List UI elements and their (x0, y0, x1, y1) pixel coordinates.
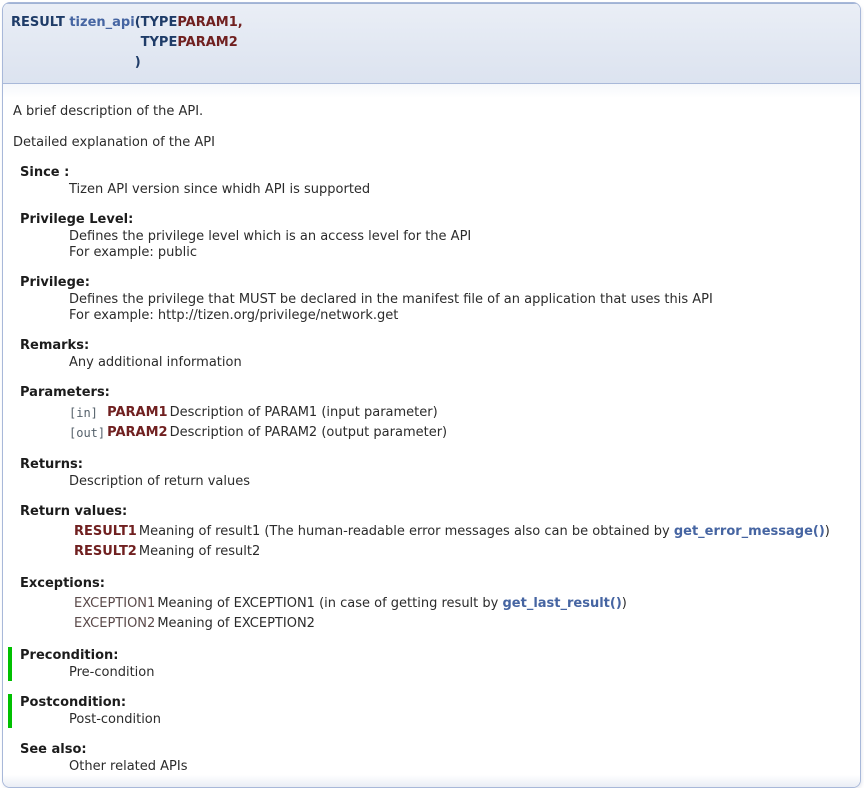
section-text: Defines the privilege that MUST be decla… (69, 292, 852, 308)
section-text: Defines the privilege level which is an … (69, 229, 852, 245)
parameters-table: [in] PARAM1 Description of PARAM1 (input… (69, 403, 449, 443)
section-title: Privilege Level: (20, 211, 852, 228)
section-return-values: Return values: RESULT1 Meaning of result… (11, 503, 852, 562)
detailed-description: Detailed explanation of the API (13, 135, 852, 151)
return-value-name: RESULT1 (74, 522, 139, 542)
param-name: PARAM2 (177, 33, 242, 53)
get-last-result-link[interactable]: get_last_result() (502, 596, 621, 611)
param-description: Description of PARAM1 (input parameter) (170, 403, 450, 423)
section-text: Description of return values (69, 474, 852, 490)
return-type: RESULT (11, 15, 65, 30)
return-value-description: Meaning of result1 (The human-readable e… (139, 522, 832, 542)
param-name: PARAM2 (107, 423, 169, 443)
signature-table: RESULT tizen_api ( TYPE PARAM1, TYPE PAR… (11, 13, 243, 73)
section-title: Since : (20, 164, 852, 181)
param-name: PARAM1 (107, 403, 169, 423)
section-returns: Returns: Description of return values (11, 456, 852, 490)
section-title: Postcondition: (20, 694, 852, 711)
section-title: Parameters: (20, 384, 852, 401)
exception-description: Meaning of EXCEPTION2 (157, 614, 629, 634)
parameter-row: [out] PARAM2 Description of PARAM2 (outp… (69, 423, 449, 443)
open-paren: ( (135, 13, 141, 33)
section-title: Returns: (20, 456, 852, 473)
return-value-row: RESULT1 Meaning of result1 (The human-re… (74, 522, 832, 542)
exception-row: EXCEPTION1 Meaning of EXCEPTION1 (in cas… (74, 594, 629, 614)
section-title: See also: (20, 741, 852, 758)
section-text: Tizen API version since whidh API is sup… (69, 182, 852, 198)
return-value-row: RESULT2 Meaning of result2 (74, 542, 832, 562)
section-postcondition: Postcondition: Post-condition (8, 694, 852, 728)
section-precondition: Precondition: Pre-condition (8, 647, 852, 681)
section-title: Privilege: (20, 274, 852, 291)
param-type: TYPE (141, 33, 178, 53)
parameter-row: [in] PARAM1 Description of PARAM1 (input… (69, 403, 449, 423)
get-error-message-link[interactable]: get_error_message() (674, 524, 825, 539)
section-since: Since : Tizen API version since whidh AP… (11, 164, 852, 198)
section-remarks: Remarks: Any additional information (11, 337, 852, 371)
section-parameters: Parameters: [in] PARAM1 Description of P… (11, 384, 852, 443)
return-value-name: RESULT2 (74, 542, 139, 562)
exception-row: EXCEPTION2 Meaning of EXCEPTION2 (74, 614, 629, 634)
param-name: PARAM1, (177, 13, 242, 33)
param-description: Description of PARAM2 (output parameter) (170, 423, 450, 443)
param-direction: [out] (69, 423, 107, 443)
section-privilege: Privilege: Defines the privilege that MU… (11, 274, 852, 324)
doc-body: A brief description of the API. Detailed… (3, 84, 860, 787)
param-direction: [in] (69, 403, 107, 423)
return-values-table: RESULT1 Meaning of result1 (The human-re… (74, 522, 832, 562)
function-signature-header: RESULT tizen_api ( TYPE PARAM1, TYPE PAR… (3, 3, 860, 84)
exception-name: EXCEPTION2 (74, 614, 157, 634)
section-text: Post-condition (69, 712, 852, 728)
exception-name: EXCEPTION1 (74, 594, 157, 614)
function-name-link[interactable]: tizen_api (69, 15, 134, 30)
return-value-description: Meaning of result2 (139, 542, 832, 562)
param-type: TYPE (141, 13, 178, 33)
section-text: Other related APIs (69, 759, 852, 775)
api-doc-card: RESULT tizen_api ( TYPE PARAM1, TYPE PAR… (2, 2, 861, 788)
section-privilege-level: Privilege Level: Defines the privilege l… (11, 211, 852, 261)
section-text: Any additional information (69, 355, 852, 371)
section-title: Remarks: (20, 337, 852, 354)
close-paren: ) (135, 53, 141, 73)
section-title: Exceptions: (20, 575, 852, 592)
section-title: Return values: (20, 503, 852, 520)
doc-page: RESULT tizen_api ( TYPE PARAM1, TYPE PAR… (0, 0, 864, 770)
exception-description: Meaning of EXCEPTION1 (in case of gettin… (157, 594, 629, 614)
section-exceptions: Exceptions: EXCEPTION1 Meaning of EXCEPT… (11, 575, 852, 634)
section-text: Pre-condition (69, 665, 852, 681)
exceptions-table: EXCEPTION1 Meaning of EXCEPTION1 (in cas… (74, 594, 629, 634)
section-title: Precondition: (20, 647, 852, 664)
section-text: For example: public (69, 245, 852, 261)
section-text: For example: http://tizen.org/privilege/… (69, 308, 852, 324)
brief-description: A brief description of the API. (13, 104, 852, 120)
